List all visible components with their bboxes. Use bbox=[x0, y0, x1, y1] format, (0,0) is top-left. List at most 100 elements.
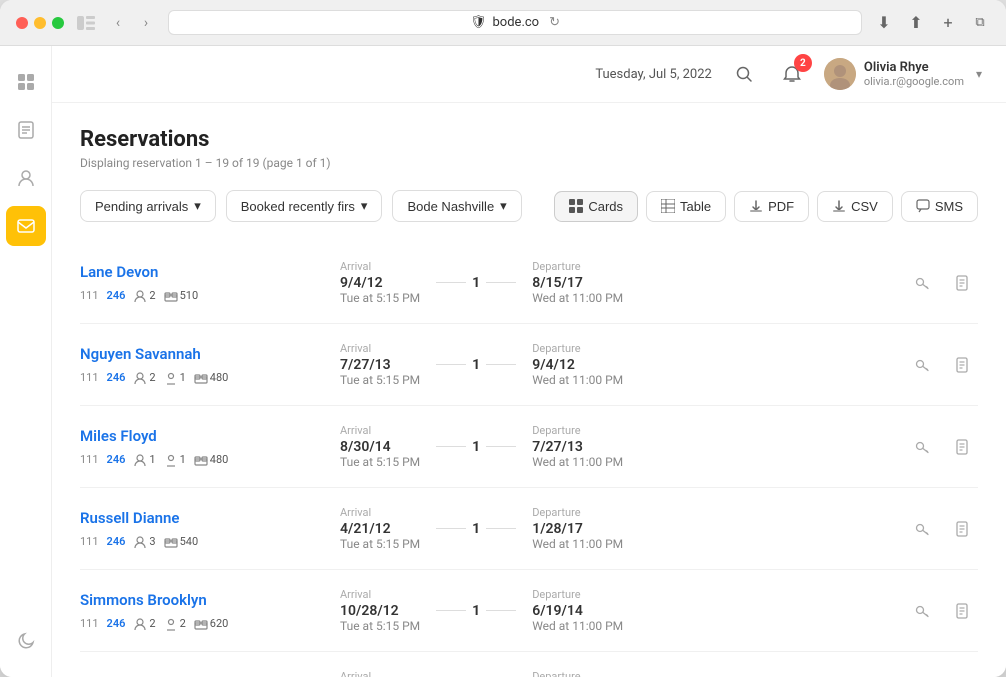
cards-view-label: Cards bbox=[588, 199, 623, 214]
page-title: Reservations bbox=[80, 127, 978, 152]
filter-bar: Pending arrivals ▾ Booked recently firs … bbox=[80, 190, 978, 222]
document-icon-button[interactable] bbox=[946, 595, 978, 627]
notification-badge: 2 bbox=[794, 54, 812, 72]
url-text: bode.co bbox=[493, 15, 540, 30]
key-icon-button[interactable] bbox=[906, 349, 938, 381]
tag-246: 246 bbox=[107, 289, 126, 302]
user-email: olivia.r@google.com bbox=[864, 75, 964, 88]
minimize-traffic-light[interactable] bbox=[34, 17, 46, 29]
address-bar[interactable]: 🛡 bode.co ↻ bbox=[168, 10, 862, 35]
bed-count: 620 bbox=[194, 617, 229, 631]
sms-button[interactable]: SMS bbox=[901, 191, 978, 222]
document-icon-button[interactable] bbox=[946, 349, 978, 381]
tag-246: 246 bbox=[107, 453, 126, 466]
reservation-name[interactable]: Miles Floyd bbox=[80, 427, 320, 445]
tabs-icon[interactable]: ⧉ bbox=[970, 13, 990, 33]
header-date: Tuesday, Jul 5, 2022 bbox=[595, 67, 712, 82]
arrival-label: Arrival bbox=[340, 260, 420, 273]
browser-actions: ⬇ ⬆ + ⧉ bbox=[874, 13, 990, 33]
nights-count: 1 bbox=[472, 275, 480, 291]
tag-111: 111 bbox=[80, 453, 99, 466]
user-name: Olivia Rhye bbox=[864, 60, 964, 75]
arrival-time: Tue at 5:15 PM bbox=[340, 291, 420, 305]
key-icon-button[interactable] bbox=[906, 431, 938, 463]
guest-count: 2 bbox=[133, 371, 155, 385]
table-row: Nguyen Savannah 111 246 2 1 bbox=[80, 324, 978, 406]
view-options: Cards Table bbox=[554, 191, 978, 222]
traffic-lights bbox=[16, 17, 64, 29]
csv-download-button[interactable]: CSV bbox=[817, 191, 893, 222]
reservation-name[interactable]: Nguyen Savannah bbox=[80, 345, 320, 363]
bed-count: 540 bbox=[164, 535, 199, 549]
departure-time: Wed at 11:00 PM bbox=[532, 291, 623, 305]
document-icon-button[interactable] bbox=[946, 431, 978, 463]
table-view-label: Table bbox=[680, 199, 711, 214]
departure-date: 8/15/17 bbox=[532, 275, 623, 291]
location-filter[interactable]: Bode Nashville ▾ bbox=[392, 190, 521, 222]
main-content: Tuesday, Jul 5, 2022 2 bbox=[52, 46, 1006, 677]
sidebar-item-book[interactable] bbox=[6, 110, 46, 150]
key-icon-button[interactable] bbox=[906, 595, 938, 627]
key-icon-button[interactable] bbox=[906, 513, 938, 545]
booked-recently-filter[interactable]: Booked recently firs ▾ bbox=[226, 190, 383, 222]
chevron-down-icon: ▾ bbox=[976, 67, 982, 81]
avatar bbox=[824, 58, 856, 90]
notifications-button[interactable]: 2 bbox=[776, 58, 808, 90]
tag-111: 111 bbox=[80, 617, 99, 630]
reservation-name[interactable]: Lane Devon bbox=[80, 263, 320, 281]
tag-246: 246 bbox=[107, 371, 126, 384]
reservation-name[interactable]: Simmons Brooklyn bbox=[80, 591, 320, 609]
document-icon-button[interactable] bbox=[946, 267, 978, 299]
table-view-button[interactable]: Table bbox=[646, 191, 726, 222]
sidebar-toggle-icon[interactable] bbox=[76, 13, 96, 33]
bed-count: 510 bbox=[164, 289, 199, 303]
booked-recently-label: Booked recently firs bbox=[241, 199, 355, 214]
tag-111: 111 bbox=[80, 289, 99, 302]
csv-label: CSV bbox=[851, 199, 878, 214]
tag-246: 246 bbox=[107, 617, 126, 630]
pending-arrivals-filter[interactable]: Pending arrivals ▾ bbox=[80, 190, 216, 222]
refresh-icon[interactable]: ↻ bbox=[549, 15, 560, 30]
guest-count: 1 bbox=[133, 453, 155, 467]
adults-count: 1 bbox=[164, 453, 186, 467]
sidebar-item-person[interactable] bbox=[6, 158, 46, 198]
adults-count: 2 bbox=[164, 617, 186, 631]
browser-nav-controls: ‹ › bbox=[108, 13, 156, 33]
browser-chrome: ‹ › 🛡 bode.co ↻ ⬇ ⬆ + ⧉ bbox=[0, 0, 1006, 46]
filter-left: Pending arrivals ▾ Booked recently firs … bbox=[80, 190, 522, 222]
pdf-label: PDF bbox=[768, 199, 794, 214]
sidebar-item-darkmode[interactable] bbox=[6, 621, 46, 661]
tag-111: 111 bbox=[80, 535, 99, 548]
share-icon[interactable]: ⬆ bbox=[906, 13, 926, 33]
sms-label: SMS bbox=[935, 199, 963, 214]
reservation-list: Lane Devon 111 246 2 510 bbox=[80, 242, 978, 677]
sidebar-item-dashboard[interactable] bbox=[6, 62, 46, 102]
back-button[interactable]: ‹ bbox=[108, 13, 128, 33]
shield-icon: 🛡 bbox=[470, 15, 487, 30]
tag-246: 246 bbox=[107, 535, 126, 548]
sidebar-item-mail[interactable] bbox=[6, 206, 46, 246]
document-icon-button[interactable] bbox=[946, 513, 978, 545]
top-header: Tuesday, Jul 5, 2022 2 bbox=[52, 46, 1006, 103]
booked-recently-arrow: ▾ bbox=[361, 198, 368, 214]
key-icon-button[interactable] bbox=[906, 267, 938, 299]
download-icon[interactable]: ⬇ bbox=[874, 13, 894, 33]
departure-label: Departure bbox=[532, 260, 623, 273]
table-row: Howard Esther Arrival 5/7/16 Tue at 5:15… bbox=[80, 652, 978, 677]
reservation-name[interactable]: Russell Dianne bbox=[80, 509, 320, 527]
close-traffic-light[interactable] bbox=[16, 17, 28, 29]
maximize-traffic-light[interactable] bbox=[52, 17, 64, 29]
pending-arrivals-arrow: ▾ bbox=[194, 198, 201, 214]
table-row: Lane Devon 111 246 2 510 bbox=[80, 242, 978, 324]
search-button[interactable] bbox=[728, 58, 760, 90]
pdf-download-button[interactable]: PDF bbox=[734, 191, 809, 222]
new-tab-icon[interactable]: + bbox=[938, 13, 958, 33]
bed-count: 480 bbox=[194, 371, 229, 385]
user-menu[interactable]: Olivia Rhye olivia.r@google.com ▾ bbox=[824, 58, 982, 90]
forward-button[interactable]: › bbox=[136, 13, 156, 33]
guest-count: 2 bbox=[133, 289, 155, 303]
location-label: Bode Nashville bbox=[407, 199, 494, 214]
page-subtitle: Displaing reservation 1 – 19 of 19 (page… bbox=[80, 156, 978, 170]
cards-view-button[interactable]: Cards bbox=[554, 191, 638, 222]
location-arrow: ▾ bbox=[500, 198, 507, 214]
